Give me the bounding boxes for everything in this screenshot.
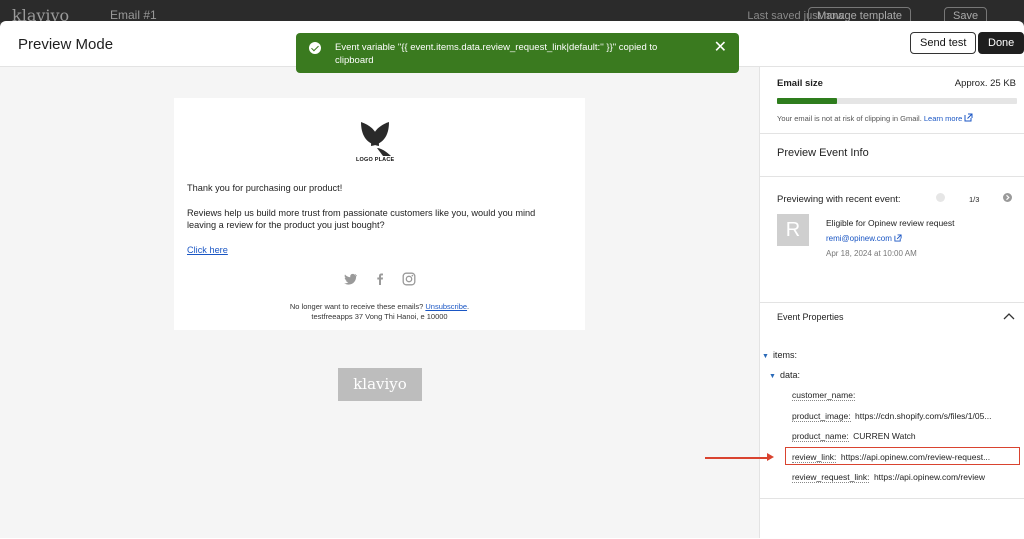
- property-value: https://api.opinew.com/review: [873, 472, 985, 482]
- email-size-label: Email size: [777, 78, 823, 89]
- next-event-icon[interactable]: [1003, 193, 1012, 202]
- unsubscribe-link[interactable]: Unsubscribe: [425, 302, 467, 311]
- unsubscribe-prefix: No longer want to receive these emails?: [289, 302, 424, 311]
- annotation-arrow: [705, 457, 770, 459]
- property-value: https://cdn.shopify.com/s/files/1/05...: [855, 411, 992, 421]
- event-properties-title: Event Properties: [777, 312, 844, 322]
- property-row[interactable]: customer_name:: [792, 385, 1022, 403]
- property-row-highlighted[interactable]: review_request_link: https://api.opinew.…: [792, 467, 1020, 485]
- address-text: testfreeapps 37 Vong Thi Hanoi, e 10000: [311, 312, 448, 321]
- email-size-bar: [777, 98, 1017, 104]
- highlight-box: [785, 447, 1020, 465]
- check-circle-icon: [309, 42, 321, 54]
- event-info-title: Preview Event Info: [777, 147, 869, 159]
- triangle-down-icon[interactable]: ▼: [762, 353, 769, 360]
- page-title: Preview Mode: [18, 36, 114, 53]
- email-card: LOGO PLACE Thank you for purchasing our …: [174, 98, 585, 330]
- property-row[interactable]: product_name: CURREN Watch: [792, 426, 1022, 444]
- logo-text: LOGO PLACE: [356, 157, 395, 163]
- facebook-icon[interactable]: [373, 272, 387, 286]
- property-row[interactable]: product_image: https://cdn.shopify.com/s…: [792, 406, 1022, 424]
- property-key[interactable]: review_request_link:: [792, 472, 870, 483]
- items-key: items:: [772, 350, 797, 360]
- review-text-line2: leaving a review for the product you jus…: [187, 220, 385, 230]
- clipping-note: Your email is not at risk of clipping in…: [777, 113, 973, 123]
- event-pager: 1/3: [969, 195, 980, 204]
- unsubscribe-line: No longer want to receive these emails? …: [289, 302, 470, 311]
- twitter-icon[interactable]: [344, 272, 358, 286]
- property-value: CURREN Watch: [853, 431, 916, 441]
- click-here-link[interactable]: Click here: [187, 244, 228, 256]
- chevron-up-icon[interactable]: [1003, 312, 1015, 320]
- learn-more-link[interactable]: Learn more: [924, 114, 962, 123]
- avatar: R: [777, 214, 809, 246]
- right-panel: Email size Approx. 25 KB Your email is n…: [759, 67, 1024, 538]
- email-size-bar-fill: [777, 98, 837, 104]
- copied-toast: Event variable "{{ event.items.data.revi…: [296, 33, 739, 73]
- email-preview-area: LOGO PLACE Thank you for purchasing our …: [0, 67, 759, 538]
- data-key: data:: [779, 370, 800, 380]
- email-size-value: Approx. 25 KB: [954, 78, 1016, 89]
- external-link-icon[interactable]: [894, 234, 902, 242]
- property-key[interactable]: product_image:: [792, 411, 851, 422]
- instagram-icon[interactable]: [402, 272, 416, 286]
- send-test-button[interactable]: Send test: [910, 32, 977, 54]
- arrow-head-icon: [767, 453, 774, 461]
- event-email-link[interactable]: remi@opinew.com: [826, 234, 902, 243]
- review-text-line1: Reviews help us build more trust from pa…: [187, 208, 536, 218]
- email-title[interactable]: Email #1: [110, 8, 157, 22]
- thank-you-text: Thank you for purchasing our product!: [187, 183, 343, 193]
- triangle-down-icon[interactable]: ▼: [769, 373, 776, 380]
- toast-message: Event variable "{{ event.items.data.revi…: [335, 42, 658, 66]
- property-key[interactable]: product_name:: [792, 431, 849, 442]
- event-email[interactable]: remi@opinew.com: [826, 234, 892, 243]
- event-properties-section: Event Properties ▼ items: ▼ data: customer…: [760, 303, 1024, 499]
- previewing-label: Previewing with recent event:: [777, 194, 901, 205]
- property-key[interactable]: customer_name:: [792, 390, 856, 401]
- klaviyo-badge: klaviyo: [338, 368, 422, 401]
- event-name: Eligible for Opinew review request: [826, 218, 955, 228]
- tree-data[interactable]: ▼ data:: [769, 365, 800, 383]
- previewing-section: Previewing with recent event: 1/3 R Elig…: [760, 177, 1024, 303]
- app-top-bar: klaviyo Email #1 Last saved just now Man…: [0, 0, 1024, 25]
- tree-items[interactable]: ▼ items:: [762, 345, 797, 363]
- event-info-header: Preview Event Info: [760, 134, 1024, 177]
- email-size-section: Email size Approx. 25 KB Your email is n…: [760, 67, 1024, 134]
- external-link-icon[interactable]: [964, 113, 973, 122]
- close-icon[interactable]: ✕: [714, 40, 727, 56]
- prev-event-icon[interactable]: [936, 193, 945, 202]
- done-button[interactable]: Done: [978, 32, 1024, 54]
- event-date: Apr 18, 2024 at 10:00 AM: [826, 249, 917, 258]
- clipping-note-text: Your email is not at risk of clipping in…: [777, 114, 922, 123]
